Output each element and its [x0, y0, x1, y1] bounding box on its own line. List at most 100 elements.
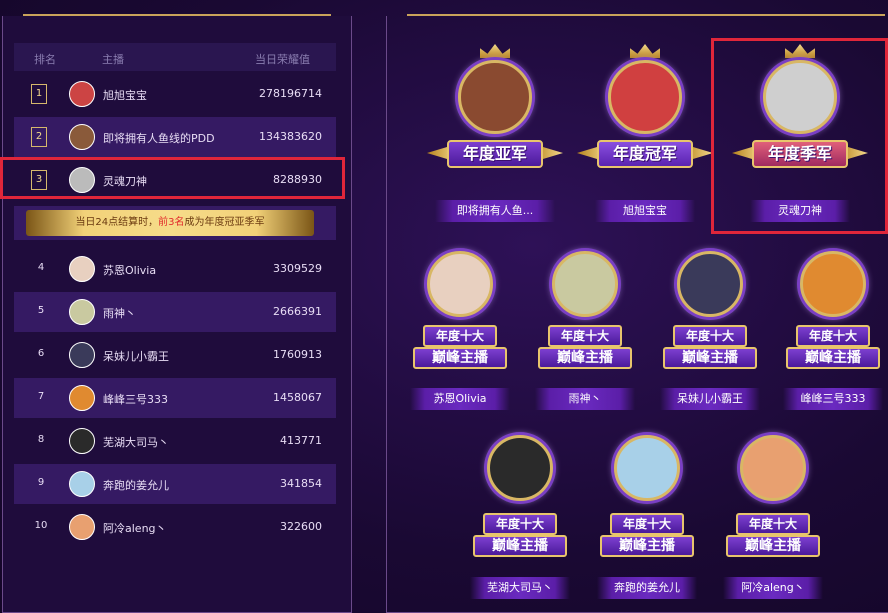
table-row[interactable]: 7 峰峰三号333 1458067 [14, 378, 336, 418]
header-rank: 排名 [34, 53, 56, 66]
table-row[interactable]: 10 阿冷aleng丶 322600 [14, 507, 336, 547]
avatar[interactable] [69, 299, 95, 325]
avatar[interactable] [69, 342, 95, 368]
award-title-line1: 年度十大 [483, 513, 557, 535]
award-name[interactable]: 芜湖大司马丶 [470, 577, 570, 599]
rank-badge: 1 [31, 84, 47, 104]
award-peak-streamer[interactable]: 年度十大 巅峰主播 奔跑的姜允儿 [592, 425, 702, 605]
award-name[interactable]: 苏恩Olivia [410, 388, 510, 410]
table-row[interactable]: 5 雨神丶 2666391 [14, 292, 336, 332]
score-value: 1458067 [273, 391, 322, 404]
score-value: 3309529 [273, 262, 322, 275]
award-title-line2: 巅峰主播 [786, 347, 880, 369]
avatar [677, 251, 743, 317]
avatar[interactable] [69, 81, 95, 107]
award-peak-streamer[interactable]: 年度十大 巅峰主播 阿冷aleng丶 [718, 425, 828, 605]
notice-prefix: 当日24点结算时， [75, 217, 159, 228]
crown-icon [630, 44, 660, 58]
award-name[interactable]: 雨神丶 [535, 388, 635, 410]
award-peak-streamer[interactable]: 年度十大 巅峰主播 芜湖大司马丶 [465, 425, 575, 605]
award-title: 年度亚军 [447, 140, 543, 168]
streamer-name[interactable]: 即将拥有人鱼线的PDD [103, 130, 215, 146]
avatar [458, 60, 532, 134]
avatar [608, 60, 682, 134]
avatar [487, 435, 553, 501]
avatar[interactable] [69, 514, 95, 540]
rank-number: 7 [37, 391, 45, 402]
award-title-line2: 巅峰主播 [413, 347, 507, 369]
avatar[interactable] [69, 471, 95, 497]
score-value: 341854 [280, 477, 322, 490]
score-value: 322600 [280, 520, 322, 533]
streamer-name[interactable]: 奔跑的姜允儿 [103, 477, 169, 493]
streamer-name[interactable]: 雨神丶 [103, 305, 136, 321]
table-row[interactable]: 4 苏恩Olivia 3309529 [14, 249, 336, 289]
table-row[interactable]: 2 即将拥有人鱼线的PDD 134383620 [14, 117, 336, 157]
table-row[interactable]: 8 芜湖大司马丶 413771 [14, 421, 336, 461]
award-title-line1: 年度十大 [736, 513, 810, 535]
award-name[interactable]: 峰峰三号333 [783, 388, 883, 410]
rank-number: 6 [37, 348, 45, 359]
rank-number: 8 [37, 434, 45, 445]
panel-top-decoration [23, 14, 331, 18]
score-value: 413771 [280, 434, 322, 447]
award-peak-streamer[interactable]: 年度十大 巅峰主播 雨神丶 [530, 243, 640, 413]
award-name[interactable]: 即将拥有人鱼... [435, 200, 555, 222]
header-score: 当日荣耀值 [255, 53, 310, 66]
rank-number: 10 [34, 520, 48, 531]
table-row[interactable]: 1 旭旭宝宝 278196714 [14, 74, 336, 114]
score-value: 1760913 [273, 348, 322, 361]
award-title-line1: 年度十大 [548, 325, 622, 347]
rank-number: 4 [37, 262, 45, 273]
award-peak-streamer[interactable]: 年度十大 巅峰主播 呆妹儿小霸王 [655, 243, 765, 413]
avatar [552, 251, 618, 317]
award-name[interactable]: 阿冷aleng丶 [723, 577, 823, 599]
avatar [427, 251, 493, 317]
award-title-line2: 巅峰主播 [726, 535, 820, 557]
highlight-box [711, 38, 888, 234]
award-name[interactable]: 旭旭宝宝 [595, 200, 695, 222]
score-value: 134383620 [259, 130, 322, 143]
avatar [614, 435, 680, 501]
award-title-line2: 巅峰主播 [473, 535, 567, 557]
award-title-line1: 年度十大 [423, 325, 497, 347]
table-row[interactable]: 6 呆妹儿小霸王 1760913 [14, 335, 336, 375]
highlight-box [0, 157, 345, 199]
award-title-line1: 年度十大 [796, 325, 870, 347]
rank-number: 9 [37, 477, 45, 488]
avatar[interactable] [69, 428, 95, 454]
streamer-name[interactable]: 阿冷aleng丶 [103, 520, 167, 536]
award-title: 年度冠军 [597, 140, 693, 168]
rank-number: 5 [37, 305, 45, 316]
avatar[interactable] [69, 385, 95, 411]
table-row[interactable]: 9 奔跑的姜允儿 341854 [14, 464, 336, 504]
streamer-name[interactable]: 苏恩Olivia [103, 262, 156, 278]
notice-highlight: 前3名 [158, 217, 185, 228]
award-title-line2: 巅峰主播 [538, 347, 632, 369]
award-peak-streamer[interactable]: 年度十大 巅峰主播 苏恩Olivia [405, 243, 515, 413]
streamer-name[interactable]: 峰峰三号333 [103, 391, 168, 407]
streamer-name[interactable]: 芜湖大司马丶 [103, 434, 169, 450]
award-champion[interactable]: 年度冠军 旭旭宝宝 [575, 44, 715, 224]
score-value: 278196714 [259, 87, 322, 100]
panel-top-decoration [407, 14, 885, 18]
award-title-line2: 巅峰主播 [663, 347, 757, 369]
award-title-line1: 年度十大 [610, 513, 684, 535]
streamer-name[interactable]: 旭旭宝宝 [103, 87, 147, 103]
avatar[interactable] [69, 124, 95, 150]
notice-suffix: 成为年度冠亚季军 [184, 217, 265, 228]
leaderboard-header: 排名 主播 当日荣耀值 [14, 43, 336, 71]
avatar[interactable] [69, 256, 95, 282]
award-name[interactable]: 奔跑的姜允儿 [597, 577, 697, 599]
award-title-line1: 年度十大 [673, 325, 747, 347]
avatar [800, 251, 866, 317]
award-runner-up[interactable]: 年度亚军 即将拥有人鱼... [425, 44, 565, 224]
crown-icon [480, 44, 510, 58]
streamer-name[interactable]: 呆妹儿小霸王 [103, 348, 169, 364]
header-streamer: 主播 [102, 53, 124, 66]
award-title-line2: 巅峰主播 [600, 535, 694, 557]
award-name[interactable]: 呆妹儿小霸王 [660, 388, 760, 410]
rank-badge: 2 [31, 127, 47, 147]
award-peak-streamer[interactable]: 年度十大 巅峰主播 峰峰三号333 [778, 243, 888, 413]
score-value: 2666391 [273, 305, 322, 318]
